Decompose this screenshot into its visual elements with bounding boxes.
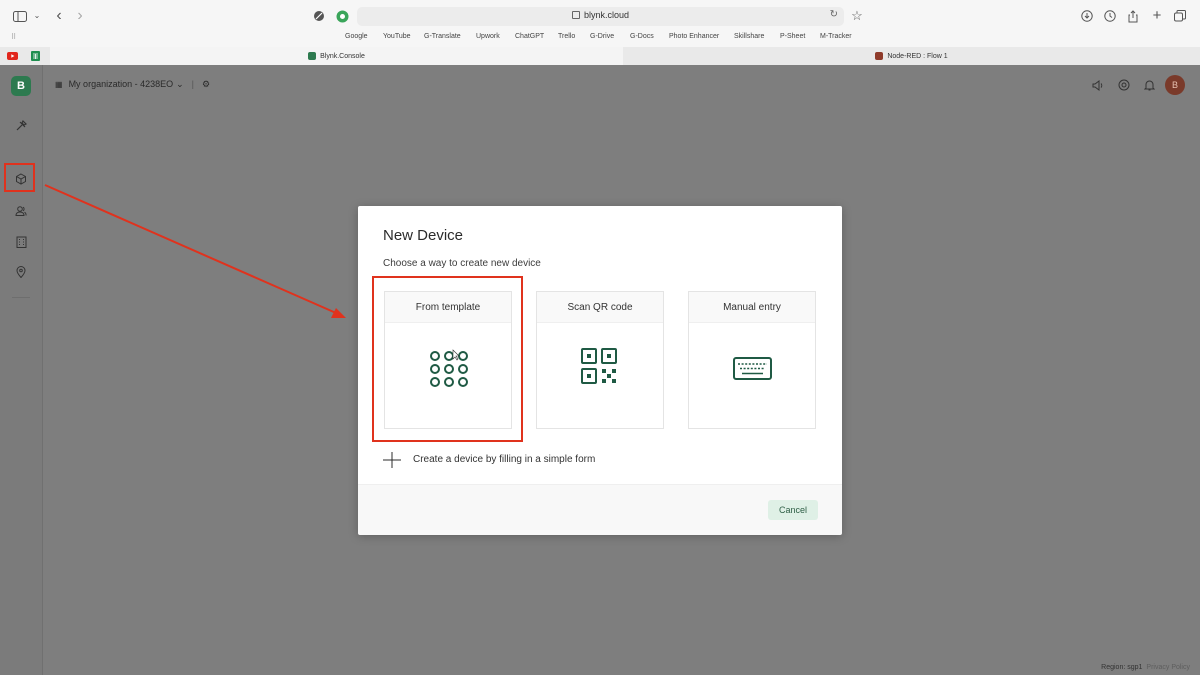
youtube-pinned-icon[interactable] bbox=[5, 47, 19, 65]
tab-node-red[interactable]: Node-RED : Flow 1 bbox=[623, 47, 1200, 65]
plus-icon bbox=[383, 452, 401, 468]
keyboard-icon bbox=[689, 322, 815, 430]
cancel-button[interactable]: Cancel bbox=[768, 500, 818, 520]
blynk-logo[interactable]: B bbox=[11, 76, 31, 96]
qr-code-icon bbox=[537, 322, 663, 430]
bookmark-p-sheet[interactable]: P-Sheet bbox=[780, 33, 805, 40]
highlight-box-template bbox=[372, 276, 523, 442]
scan-qr-code-card[interactable]: Scan QR code bbox=[536, 291, 664, 429]
top-bar: ▦ My organization - 4238EO ⌄ | ⚙ B bbox=[42, 65, 1200, 105]
forward-icon[interactable]: › bbox=[73, 8, 87, 24]
bookmark-trello[interactable]: Trello bbox=[558, 33, 575, 40]
node-red-favicon-icon bbox=[875, 52, 884, 60]
organization-icon[interactable] bbox=[14, 235, 28, 249]
organization-icon: ▦ bbox=[55, 80, 63, 89]
share-icon[interactable] bbox=[1126, 8, 1140, 24]
privacy-icon[interactable] bbox=[312, 8, 326, 24]
tab-blynk-console[interactable]: Blynk.Console bbox=[50, 47, 623, 65]
notifications-icon[interactable] bbox=[1142, 78, 1156, 92]
address-bar[interactable]: blynk.cloud ↻ bbox=[357, 7, 844, 26]
modal-subtitle: Choose a way to create new device bbox=[383, 258, 541, 269]
highlight-box-sidebar bbox=[4, 163, 35, 192]
apps-grid-icon[interactable]: ⠿ bbox=[11, 33, 16, 41]
avatar[interactable]: B bbox=[1165, 75, 1185, 95]
organization-selector[interactable]: ▦ My organization - 4238EO ⌄ | ⚙ bbox=[55, 79, 210, 90]
card-label: Scan QR code bbox=[567, 302, 633, 313]
help-icon[interactable] bbox=[1117, 78, 1131, 92]
reload-icon[interactable]: ↻ bbox=[830, 9, 838, 20]
bookmark-chatgpt[interactable]: ChatGPT bbox=[515, 33, 544, 40]
settings-icon[interactable]: ⚙ bbox=[202, 79, 210, 89]
new-tab-icon[interactable]: + bbox=[1150, 8, 1164, 24]
bookmark-google[interactable]: Google bbox=[345, 33, 368, 40]
bookmark-photo-enhancer[interactable]: Photo Enhancer bbox=[669, 33, 719, 40]
bookmark-m-tracker[interactable]: M-Tracker bbox=[820, 33, 852, 40]
tab-label: Node-RED : Flow 1 bbox=[887, 52, 948, 60]
bookmarks-bar: ⠿ Google YouTube G-Translate Upwork Chat… bbox=[0, 32, 1200, 47]
region-label: Region: sgp1 bbox=[1101, 664, 1143, 671]
card-label: Manual entry bbox=[723, 302, 781, 313]
modal-title: New Device bbox=[383, 227, 464, 244]
sidebar: B bbox=[0, 65, 43, 675]
bookmark-skillshare[interactable]: Skillshare bbox=[734, 33, 764, 40]
tools-icon[interactable] bbox=[14, 119, 28, 133]
blynk-favicon-icon bbox=[308, 52, 317, 60]
history-icon[interactable] bbox=[1103, 8, 1117, 24]
modal-footer: Cancel bbox=[358, 484, 842, 535]
bookmark-youtube[interactable]: YouTube bbox=[383, 33, 411, 40]
privacy-policy-link[interactable]: Privacy Policy bbox=[1146, 664, 1190, 671]
create-simple-form-link[interactable]: Create a device by filling in a simple f… bbox=[383, 452, 683, 468]
footer: Region: sgp1 Privacy Policy bbox=[1101, 664, 1190, 671]
announcement-icon[interactable] bbox=[1091, 78, 1105, 92]
chevron-down-icon[interactable]: ⌄ bbox=[32, 8, 42, 24]
lock-icon bbox=[571, 11, 580, 19]
organization-name: My organization - 4238EO bbox=[68, 79, 174, 89]
bookmark-upwork[interactable]: Upwork bbox=[476, 33, 500, 40]
location-pin-icon[interactable] bbox=[14, 265, 28, 279]
bookmark-g-drive[interactable]: G-Drive bbox=[590, 33, 614, 40]
chevron-down-icon: ⌄ bbox=[176, 79, 184, 89]
star-icon[interactable]: ☆ bbox=[850, 8, 864, 24]
back-icon[interactable]: ‹ bbox=[52, 8, 66, 24]
browser-toolbar: ⌄ ‹ › blynk.cloud ↻ ☆ + bbox=[0, 0, 1200, 32]
extension-icon[interactable] bbox=[335, 8, 349, 24]
simple-form-label: Create a device by filling in a simple f… bbox=[413, 454, 596, 465]
tab-label: Blynk.Console bbox=[320, 52, 365, 60]
download-icon[interactable] bbox=[1080, 8, 1094, 24]
sidebar-toggle-icon[interactable] bbox=[12, 8, 28, 24]
tabs-bar: Blynk.Console Node-RED : Flow 1 bbox=[0, 47, 1200, 66]
users-icon[interactable] bbox=[14, 204, 28, 218]
divider: | bbox=[191, 79, 195, 89]
sidebar-divider bbox=[12, 297, 30, 298]
url-text: blynk.cloud bbox=[583, 10, 630, 20]
bookmark-g-docs[interactable]: G-Docs bbox=[630, 33, 654, 40]
manual-entry-card[interactable]: Manual entry bbox=[688, 291, 816, 429]
bookmark-g-translate[interactable]: G-Translate bbox=[424, 33, 461, 40]
sheets-pinned-icon[interactable] bbox=[28, 47, 42, 65]
tab-overview-icon[interactable] bbox=[1173, 8, 1187, 24]
